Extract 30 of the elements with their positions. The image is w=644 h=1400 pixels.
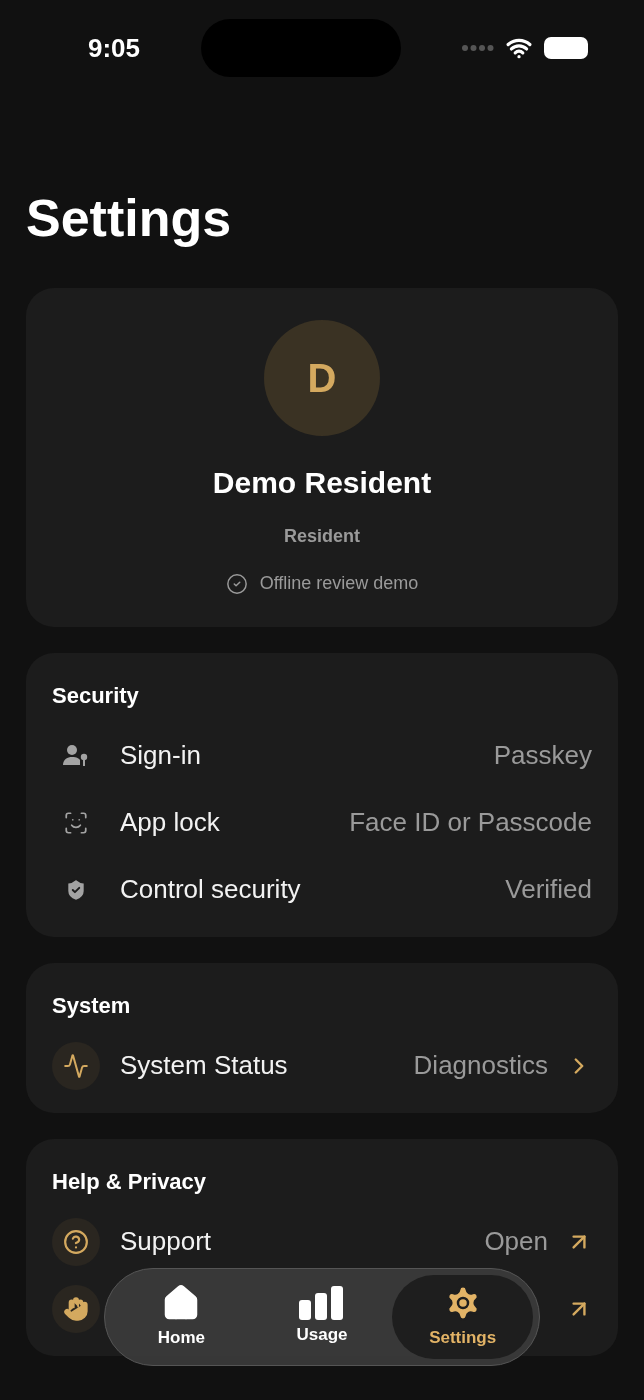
avatar: D xyxy=(264,320,380,436)
profile-status: Offline review demo xyxy=(259,572,419,595)
bar-chart-icon xyxy=(299,1286,345,1321)
battery-icon xyxy=(544,37,588,59)
row-label: Control security xyxy=(120,873,301,906)
tab[interactable]: Usage xyxy=(251,1275,393,1359)
row-value: Open xyxy=(484,1225,548,1258)
signal-dots-icon xyxy=(462,45,494,51)
section-title: System xyxy=(52,992,132,1020)
tab[interactable]: Home xyxy=(111,1275,252,1359)
hand-icon xyxy=(52,1284,100,1333)
profile-name: Demo Resident xyxy=(212,465,432,501)
help-icon xyxy=(52,1217,100,1266)
row-value: Face ID or Passcode xyxy=(349,806,592,839)
section-title: Help & Privacy xyxy=(52,1168,208,1196)
tab[interactable]: Settings xyxy=(392,1275,533,1359)
row-value: Passkey xyxy=(493,739,592,772)
row-value: Verified xyxy=(505,873,592,906)
row-label: Sign-in xyxy=(120,739,201,772)
face-scan-icon xyxy=(63,809,89,836)
status-time: 9:05 xyxy=(88,31,141,65)
section-title: Security xyxy=(52,682,140,710)
row-label: Support xyxy=(120,1225,212,1258)
row-value: Diagnostics xyxy=(413,1049,548,1082)
row-label: App lock xyxy=(120,806,220,839)
profile-role: Resident xyxy=(284,525,360,548)
row-label: System Status xyxy=(120,1049,288,1082)
person-key-icon xyxy=(62,743,90,768)
check-circle-icon xyxy=(225,572,248,595)
pulse-icon xyxy=(52,1041,100,1090)
